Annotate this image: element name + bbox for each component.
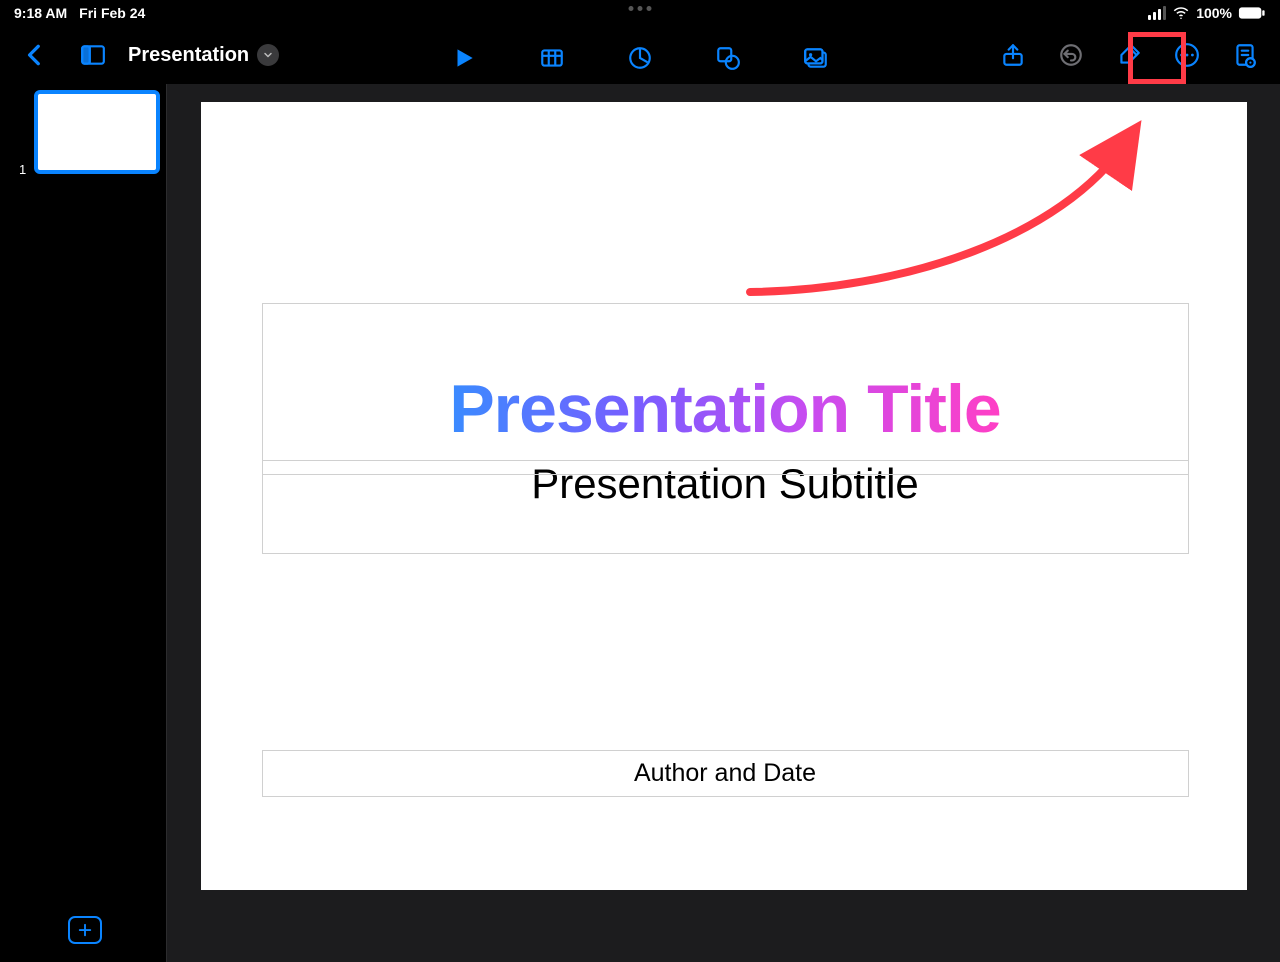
document-options-button[interactable] [1218,31,1272,79]
table-icon [539,45,565,71]
play-icon [451,45,477,71]
media-icon [803,45,829,71]
wifi-icon [1172,4,1190,22]
presentation-subtitle-text[interactable]: Presentation Subtitle [531,448,919,508]
insert-shape-button[interactable] [701,34,755,82]
canvas-area[interactable]: Presentation Title Presentation Subtitle… [167,84,1280,962]
chevron-down-icon [257,44,279,66]
sidebar-toggle-button[interactable] [66,31,120,79]
play-button[interactable] [437,34,491,82]
insert-toolbar [437,34,843,82]
title-divider [263,460,1188,475]
shape-icon [715,45,741,71]
format-brush-icon [1116,42,1142,68]
author-placeholder[interactable]: Author and Date [262,750,1189,797]
insert-media-button[interactable] [789,34,843,82]
slide-thumbnail-number: 1 [19,162,26,177]
status-bar: 9:18 AM Fri Feb 24 100% [0,0,1280,26]
share-icon [1000,42,1026,68]
slide-canvas[interactable]: Presentation Title Presentation Subtitle… [201,102,1247,890]
cellular-signal-icon [1148,6,1166,20]
battery-percent: 100% [1196,5,1232,21]
share-button[interactable] [986,31,1040,79]
title-placeholder[interactable]: Presentation Title Presentation Subtitle [262,303,1189,554]
status-time: 9:18 AM [14,5,67,21]
chevron-left-icon [22,42,48,68]
battery-icon [1238,6,1266,20]
author-text[interactable]: Author and Date [634,759,816,788]
insert-table-button[interactable] [525,34,579,82]
multitask-dots-icon[interactable] [629,6,652,11]
undo-icon [1058,42,1084,68]
slide-thumbnail[interactable] [34,90,160,174]
plus-icon [76,921,94,939]
toolbar: Presentation [0,26,1280,84]
more-button[interactable] [1160,31,1214,79]
status-right: 100% [1148,4,1266,22]
more-icon [1174,42,1200,68]
add-slide-button[interactable] [68,916,102,944]
sidebar-icon [80,42,106,68]
format-button[interactable] [1102,31,1156,79]
presentation-title-text[interactable]: Presentation Title [449,350,1000,448]
back-button[interactable] [8,31,62,79]
insert-chart-button[interactable] [613,34,667,82]
status-date: Fri Feb 24 [79,5,145,21]
document-title: Presentation [128,44,249,67]
chart-icon [627,45,653,71]
slide-navigator: 1 [0,84,167,962]
document-title-button[interactable]: Presentation [128,44,279,67]
undo-button[interactable] [1044,31,1098,79]
document-options-icon [1232,42,1258,68]
